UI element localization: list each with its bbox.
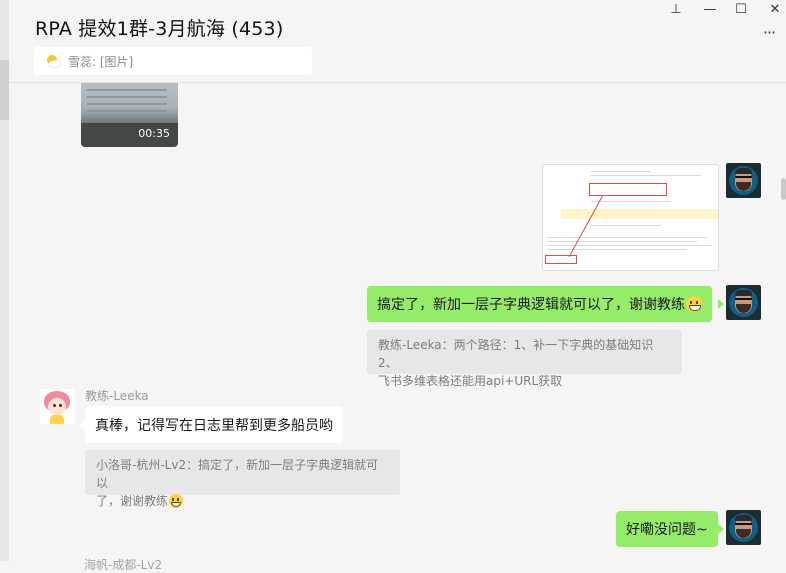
- chat-title: RPA 提效1群-3月航海 (453): [35, 18, 284, 40]
- sender-name-partial: 海帆-成都-Lv2: [84, 558, 163, 572]
- arrow-annotation: [568, 194, 604, 258]
- avatar[interactable]: [726, 163, 761, 198]
- video-frame: [81, 83, 178, 123]
- message-bubble-self[interactable]: 搞定了，新加一层子字典逻辑就可以了，谢谢教练: [367, 286, 712, 322]
- left-scroll-thumb[interactable]: [0, 60, 9, 120]
- more-icon[interactable]: ···: [757, 23, 781, 42]
- pinned-text: 雪蕊: [图片]: [68, 54, 134, 69]
- quote-line-1: 小洛哥-杭州-Lv2：搞定了，新加一层子字典逻辑就可以: [96, 458, 379, 490]
- message-text: 搞定了，新加一层子字典逻辑就可以了，谢谢教练: [377, 297, 685, 313]
- quoted-message[interactable]: 小洛哥-杭州-Lv2：搞定了，新加一层子字典逻辑就可以 了，谢谢教练: [85, 450, 400, 508]
- pinned-message[interactable]: 雪蕊: [图片]: [34, 47, 312, 75]
- message-bubble-other[interactable]: 真棒，记得写在日志里帮到更多船员哟: [85, 406, 343, 443]
- minimize-icon[interactable]: —: [696, 0, 724, 18]
- message-text: 好嘞没问题~: [626, 522, 708, 538]
- video-duration: 00:35: [138, 127, 170, 140]
- quoted-message[interactable]: 教练-Leeka：两个路径：1、补一下字典的基础知识2、 飞书多维表格还能用ap…: [367, 330, 682, 388]
- video-frame-lines: [87, 89, 167, 117]
- video-message[interactable]: 00:35: [81, 83, 178, 147]
- close-icon[interactable]: ✕: [761, 0, 786, 18]
- grin-emoji-icon: [686, 296, 702, 312]
- message-text: 真棒，记得写在日志里帮到更多船员哟: [95, 417, 333, 434]
- quote-line-2: 了，谢谢教练: [96, 494, 169, 508]
- avatar[interactable]: [726, 510, 761, 545]
- bubble-tail: [718, 524, 724, 534]
- quote-line-2: 飞书多维表格还能用api+URL获取: [378, 374, 563, 388]
- bubble-tail: [79, 420, 85, 430]
- maximize-icon[interactable]: ☐: [727, 0, 755, 18]
- pin-icon[interactable]: ⊥: [662, 0, 690, 18]
- sender-name: 教练-Leeka: [85, 389, 149, 403]
- bubble-tail: [718, 299, 724, 309]
- message-bubble-self[interactable]: 好嘞没问题~: [616, 511, 718, 547]
- grin-emoji-icon: [169, 494, 184, 508]
- avatar[interactable]: [726, 285, 761, 320]
- avatar[interactable]: [40, 389, 75, 424]
- chat-scrollbar[interactable]: [781, 178, 786, 200]
- quote-line-1: 教练-Leeka：两个路径：1、补一下字典的基础知识2、: [378, 338, 654, 370]
- left-panel-edge: [0, 0, 9, 561]
- screenshot-image-message[interactable]: [542, 164, 719, 271]
- sun-icon: [44, 52, 62, 70]
